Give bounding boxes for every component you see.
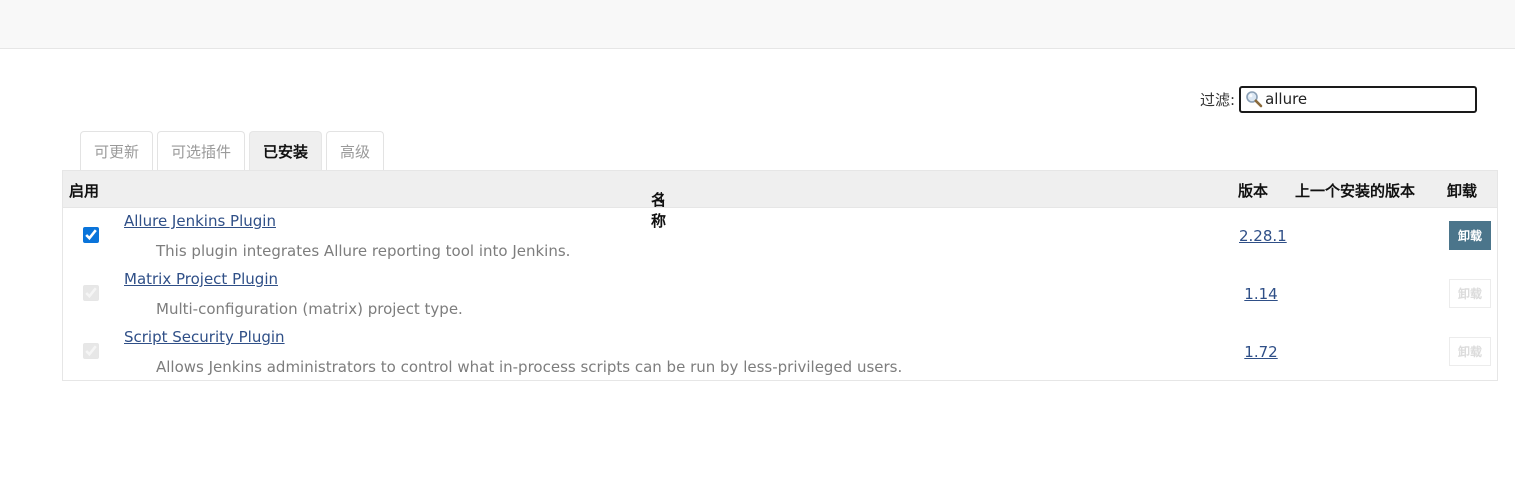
tab-installed[interactable]: 已安装 (249, 131, 323, 171)
plugin-name-link[interactable]: Matrix Project Plugin (124, 270, 278, 288)
plugin-description: This plugin integrates Allure reporting … (156, 242, 571, 260)
enable-checkbox[interactable] (83, 227, 99, 243)
plugin-description: Allows Jenkins administrators to control… (156, 358, 903, 376)
filter-input[interactable] (1263, 88, 1466, 110)
filter-bar: 过滤: (1200, 84, 1478, 114)
plugin-version-link[interactable]: 2.28.1 (1239, 227, 1287, 245)
column-header-previous-version[interactable]: 上一个安装的版本 (1295, 180, 1415, 201)
table-row: Matrix Project Plugin Multi-configuratio… (63, 265, 1497, 323)
tab-available[interactable]: 可选插件 (157, 131, 246, 170)
table-row: Script Security Plugin Allows Jenkins ad… (63, 323, 1497, 381)
top-bar (0, 0, 1515, 49)
plugin-manager-tabs: 可更新 可选插件 已安装 高级 (80, 131, 388, 171)
column-header-enabled[interactable]: 启用 (69, 180, 99, 201)
column-header-uninstall[interactable]: 卸载 (1447, 180, 1477, 201)
installed-plugins-table: 启用 名称 ↓ 版本 上一个安装的版本 卸载 Allure Jenkins Plu… (62, 170, 1498, 381)
uninstall-button: 卸载 (1449, 337, 1491, 366)
search-icon (1246, 91, 1263, 108)
plugin-description: Multi-configuration (matrix) project typ… (156, 300, 463, 318)
filter-label: 过滤: (1200, 90, 1236, 109)
uninstall-button: 卸载 (1449, 279, 1491, 308)
plugin-name-link[interactable]: Allure Jenkins Plugin (124, 212, 276, 230)
plugin-name-link[interactable]: Script Security Plugin (124, 328, 285, 346)
enable-checkbox (83, 285, 99, 301)
tab-advanced[interactable]: 高级 (326, 131, 385, 170)
column-header-version[interactable]: 版本 (1238, 180, 1268, 201)
table-header: 启用 名称 ↓ 版本 上一个安装的版本 卸载 (63, 171, 1497, 230)
sort-down-icon: ↓ (655, 189, 668, 207)
enable-checkbox (83, 343, 99, 359)
uninstall-button[interactable]: 卸载 (1449, 221, 1491, 250)
tab-updates[interactable]: 可更新 (80, 131, 154, 170)
table-row: Allure Jenkins Plugin This plugin integr… (63, 207, 1497, 265)
filter-input-box[interactable] (1239, 85, 1478, 113)
plugin-version-link[interactable]: 1.72 (1239, 343, 1283, 361)
plugin-version-link[interactable]: 1.14 (1239, 285, 1283, 303)
